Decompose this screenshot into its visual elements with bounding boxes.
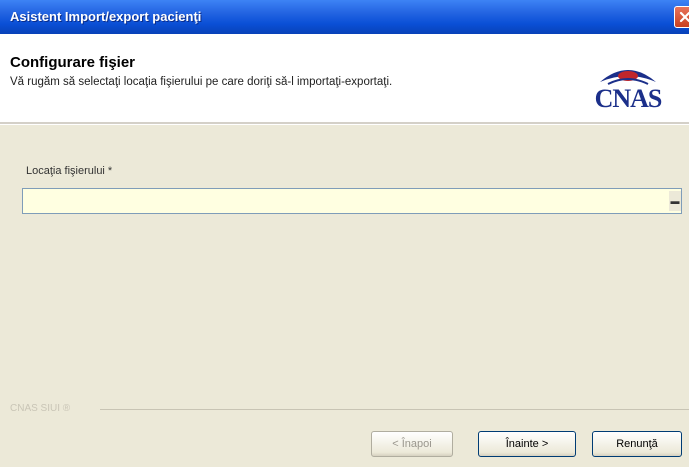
footer-brand-label: CNAS SIUI ®: [10, 403, 71, 414]
page-subtitle: Vă rugăm să selectaţi locaţia fişierului…: [10, 76, 393, 88]
window-title: Asistent Import/export pacienţi: [10, 9, 202, 24]
close-icon: [679, 11, 689, 23]
back-button[interactable]: < Înapoi: [371, 431, 453, 457]
browse-button[interactable]: ▬: [669, 191, 681, 211]
logo-text: CNAS: [594, 84, 663, 113]
cnas-logo: CNAS: [578, 58, 678, 118]
file-location-field[interactable]: ▬: [22, 188, 682, 214]
close-button[interactable]: [674, 6, 689, 28]
header-divider: [0, 122, 689, 125]
ellipsis-icon: ▬: [670, 196, 680, 206]
title-bar[interactable]: Asistent Import/export pacienţi: [0, 0, 689, 34]
wizard-window: Asistent Import/export pacienţi Configur…: [0, 0, 689, 467]
next-button[interactable]: Înainte >: [478, 431, 576, 457]
page-title: Configurare fişier: [10, 54, 136, 71]
wizard-header: Configurare fişier Vă rugăm să selectaţi…: [0, 34, 689, 122]
file-location-input[interactable]: [25, 191, 671, 211]
file-location-label: Locaţia fişierului *: [26, 165, 113, 177]
footer-divider: [100, 409, 689, 410]
cancel-button[interactable]: Renunţă: [592, 431, 682, 457]
